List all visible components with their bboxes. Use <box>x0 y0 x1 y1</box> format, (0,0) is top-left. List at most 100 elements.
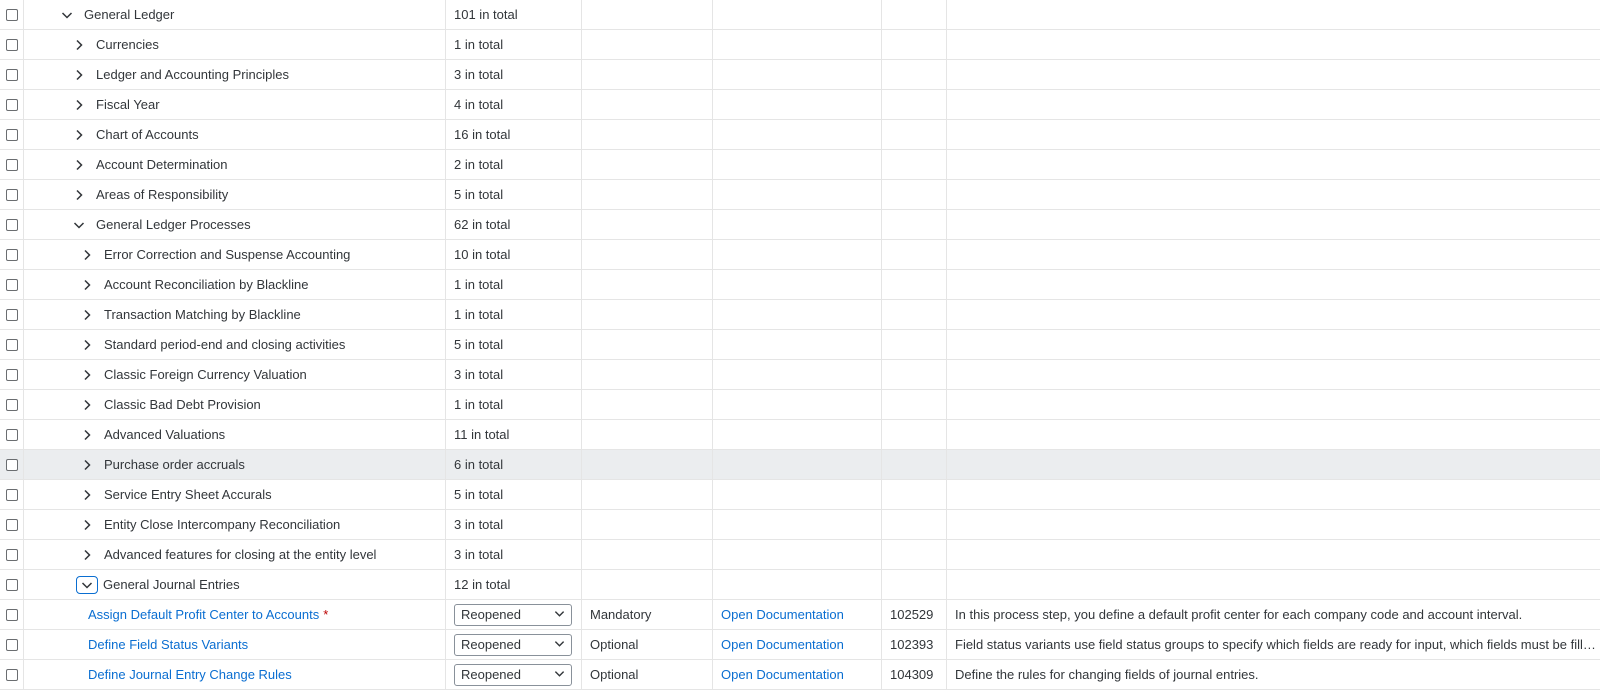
tree-group-row[interactable]: Chart of Accounts 16 in total <box>0 120 1600 150</box>
tree-group-row[interactable]: Purchase order accruals 6 in total <box>0 450 1600 480</box>
activity-link[interactable]: Define Journal Entry Change Rules <box>88 667 292 682</box>
empty-cell <box>947 240 1600 269</box>
expand-toggle-icon[interactable] <box>76 514 98 536</box>
tree-group-row[interactable]: Standard period-end and closing activiti… <box>0 330 1600 360</box>
empty-cell <box>713 180 882 209</box>
row-checkbox[interactable] <box>5 488 18 501</box>
empty-cell <box>947 480 1600 509</box>
expand-toggle-icon[interactable] <box>68 64 90 86</box>
tree-group-row[interactable]: Transaction Matching by Blackline 1 in t… <box>0 300 1600 330</box>
collapse-toggle-icon[interactable] <box>56 4 78 26</box>
row-checkbox[interactable] <box>5 338 18 351</box>
open-documentation-link[interactable]: Open Documentation <box>721 667 844 682</box>
activity-link[interactable]: Assign Default Profit Center to Accounts <box>88 607 319 622</box>
count-cell: 3 in total <box>446 360 582 389</box>
row-select-cell <box>0 300 24 329</box>
tree-group-row[interactable]: Advanced Valuations 11 in total <box>0 420 1600 450</box>
row-checkbox[interactable] <box>5 398 18 411</box>
expand-toggle-icon[interactable] <box>68 184 90 206</box>
expand-toggle-icon[interactable] <box>68 94 90 116</box>
count-cell: 1 in total <box>446 300 582 329</box>
row-checkbox[interactable] <box>5 38 18 51</box>
row-checkbox[interactable] <box>5 578 18 591</box>
row-checkbox[interactable] <box>5 68 18 81</box>
tree-group-row[interactable]: General Journal Entries 12 in total <box>0 570 1600 600</box>
activity-link[interactable]: Define Field Status Variants <box>88 637 248 652</box>
row-checkbox[interactable] <box>5 98 18 111</box>
empty-cell <box>947 210 1600 239</box>
expand-toggle-icon[interactable] <box>76 424 98 446</box>
tree-group-row[interactable]: Account Reconciliation by Blackline 1 in… <box>0 270 1600 300</box>
row-select-cell <box>0 450 24 479</box>
name-cell: Advanced Valuations <box>24 420 446 449</box>
expand-toggle-icon[interactable] <box>76 244 98 266</box>
item-count: 11 in total <box>454 427 510 442</box>
status-select[interactable]: Reopened <box>454 633 572 656</box>
row-checkbox[interactable] <box>5 428 18 441</box>
tree-group-row[interactable]: Areas of Responsibility 5 in total <box>0 180 1600 210</box>
group-label: Fiscal Year <box>96 97 160 112</box>
tree-group-row[interactable]: Classic Foreign Currency Valuation 3 in … <box>0 360 1600 390</box>
row-checkbox[interactable] <box>5 368 18 381</box>
row-checkbox[interactable] <box>5 278 18 291</box>
tree-group-row[interactable]: Service Entry Sheet Accurals 5 in total <box>0 480 1600 510</box>
expand-toggle-icon[interactable] <box>76 304 98 326</box>
row-checkbox[interactable] <box>5 218 18 231</box>
status-select[interactable]: Reopened <box>454 603 572 626</box>
tree-group-row[interactable]: Account Determination 2 in total <box>0 150 1600 180</box>
row-checkbox[interactable] <box>5 518 18 531</box>
row-checkbox[interactable] <box>5 668 18 681</box>
row-checkbox[interactable] <box>5 8 18 21</box>
row-checkbox[interactable] <box>5 608 18 621</box>
row-checkbox[interactable] <box>5 128 18 141</box>
expand-toggle-icon[interactable] <box>76 394 98 416</box>
row-checkbox[interactable] <box>5 248 18 261</box>
empty-cell <box>582 300 713 329</box>
empty-cell <box>882 360 947 389</box>
row-checkbox[interactable] <box>5 458 18 471</box>
status-select[interactable]: Reopened <box>454 663 572 686</box>
row-checkbox[interactable] <box>5 308 18 321</box>
expand-toggle-icon[interactable] <box>68 124 90 146</box>
empty-cell <box>882 300 947 329</box>
count-cell: 3 in total <box>446 510 582 539</box>
open-documentation-link[interactable]: Open Documentation <box>721 637 844 652</box>
count-cell: 1 in total <box>446 390 582 419</box>
row-checkbox[interactable] <box>5 638 18 651</box>
row-checkbox[interactable] <box>5 158 18 171</box>
table-row[interactable]: Define Field Status Variants Reopened Op… <box>0 630 1600 660</box>
group-label: Entity Close Intercompany Reconciliation <box>104 517 341 532</box>
expand-toggle-icon[interactable] <box>76 274 98 296</box>
expand-toggle-icon[interactable] <box>76 334 98 356</box>
row-checkbox[interactable] <box>5 548 18 561</box>
table-row[interactable]: Define Journal Entry Change Rules Reopen… <box>0 660 1600 690</box>
empty-cell <box>882 210 947 239</box>
open-documentation-link[interactable]: Open Documentation <box>721 607 844 622</box>
expand-toggle-icon[interactable] <box>68 34 90 56</box>
collapse-toggle-icon[interactable] <box>68 214 90 236</box>
tree-group-row[interactable]: Ledger and Accounting Principles 3 in to… <box>0 60 1600 90</box>
expand-toggle-icon[interactable] <box>76 454 98 476</box>
tree-group-row[interactable]: Currencies 1 in total <box>0 30 1600 60</box>
table-row[interactable]: Assign Default Profit Center to Accounts… <box>0 600 1600 630</box>
tree-group-row[interactable]: General Ledger Processes 62 in total <box>0 210 1600 240</box>
expand-toggle-icon[interactable] <box>68 154 90 176</box>
empty-cell <box>882 390 947 419</box>
status-value: Reopened <box>461 667 521 682</box>
expand-toggle-icon[interactable] <box>76 364 98 386</box>
row-checkbox[interactable] <box>5 188 18 201</box>
expand-toggle-icon[interactable] <box>76 544 98 566</box>
tree-group-row[interactable]: Advanced features for closing at the ent… <box>0 540 1600 570</box>
tree-group-row[interactable]: Fiscal Year 4 in total <box>0 90 1600 120</box>
expand-toggle-icon[interactable] <box>76 484 98 506</box>
collapse-toggle-icon[interactable] <box>76 575 98 594</box>
requirement-cell: Mandatory <box>582 600 713 629</box>
group-label: Advanced features for closing at the ent… <box>104 547 377 562</box>
tree-group-row[interactable]: Entity Close Intercompany Reconciliation… <box>0 510 1600 540</box>
tree-group-row[interactable]: Classic Bad Debt Provision 1 in total <box>0 390 1600 420</box>
item-count: 4 in total <box>454 97 504 112</box>
empty-cell <box>582 60 713 89</box>
empty-cell <box>713 540 882 569</box>
tree-group-row[interactable]: General Ledger 101 in total <box>0 0 1600 30</box>
tree-group-row[interactable]: Error Correction and Suspense Accounting… <box>0 240 1600 270</box>
